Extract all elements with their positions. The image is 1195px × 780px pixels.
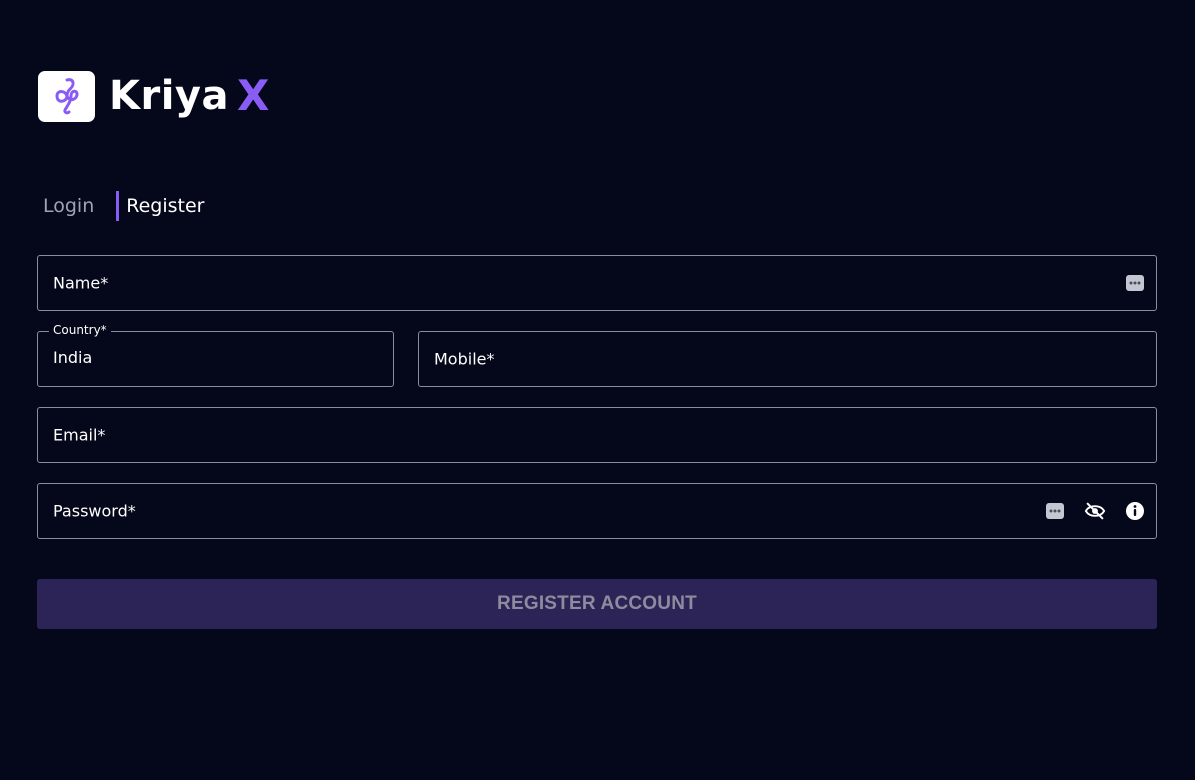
info-icon[interactable]: [1124, 500, 1146, 522]
name-field[interactable]: Name*: [37, 255, 1157, 311]
brand-word: Kriya: [109, 73, 229, 119]
brand-name: Kriya X: [109, 70, 270, 122]
kx-logo-icon: [38, 70, 95, 122]
register-page: Kriya X Login Register Name* Country* In…: [0, 0, 1195, 780]
country-label: Country*: [49, 323, 111, 337]
auth-tabs: Login Register: [38, 190, 205, 222]
name-field-icons: [1124, 272, 1146, 294]
email-field[interactable]: Email*: [37, 407, 1157, 463]
eye-off-icon[interactable]: [1084, 500, 1106, 522]
mobile-label: Mobile*: [434, 349, 495, 369]
brand-logo: Kriya X: [38, 70, 270, 122]
brand-suffix: X: [237, 71, 270, 120]
more-dots-icon[interactable]: [1044, 500, 1066, 522]
country-select[interactable]: Country* India: [37, 323, 394, 387]
name-label: Name*: [53, 273, 109, 293]
country-value: India: [53, 348, 93, 367]
mobile-field[interactable]: Mobile*: [418, 331, 1157, 387]
more-dots-icon[interactable]: [1124, 272, 1146, 294]
register-account-button[interactable]: REGISTER ACCOUNT: [37, 579, 1157, 629]
password-field[interactable]: Password*: [37, 483, 1157, 539]
tab-register[interactable]: Register: [116, 191, 205, 221]
password-label: Password*: [53, 501, 136, 521]
email-label: Email*: [53, 425, 106, 445]
tab-login[interactable]: Login: [38, 191, 94, 221]
password-field-icons: [1044, 500, 1146, 522]
